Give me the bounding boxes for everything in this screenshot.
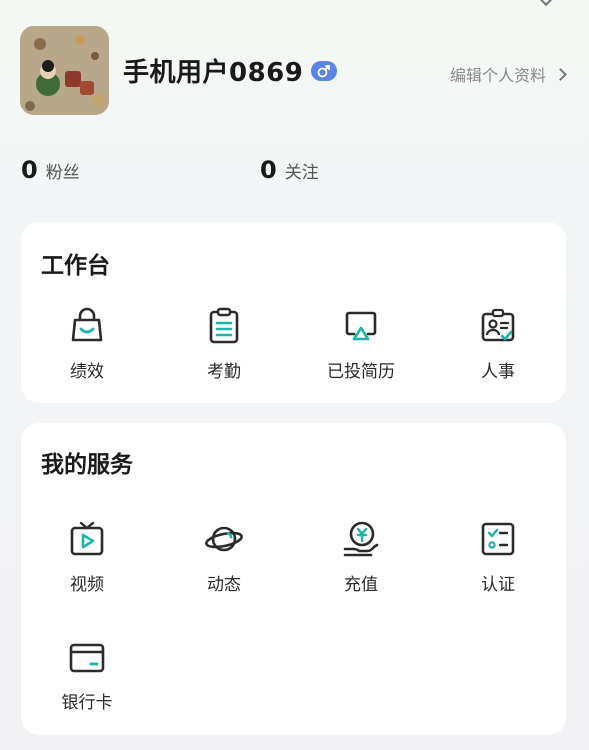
clipboard-icon: [209, 307, 239, 344]
workbench-item-performance[interactable]: 绩效: [37, 306, 137, 382]
avatar-image: [20, 26, 109, 115]
username: 手机用户0869: [123, 58, 304, 88]
workbench-item-label: 考勤: [207, 362, 241, 382]
edit-profile-link[interactable]: 编辑个人资料: [449, 62, 567, 86]
yuan-coin-hand-icon: [343, 521, 379, 557]
id-card-icon: [481, 308, 515, 342]
follow-label: 关注: [284, 163, 319, 183]
fans-label: 粉丝: [45, 163, 80, 183]
service-item-label: 认证: [481, 575, 515, 595]
shopping-bag-icon: [71, 307, 103, 342]
bank-card-icon: [69, 643, 105, 673]
fans-stat[interactable]: 0 粉丝: [21, 156, 80, 184]
service-item-label: 视频: [70, 575, 104, 595]
follow-count: 0: [260, 156, 277, 184]
upload-tray-icon: [345, 311, 377, 341]
checklist-icon: [481, 522, 515, 556]
fans-count: 0: [21, 156, 38, 184]
edit-profile-label: 编辑个人资料: [449, 66, 546, 85]
workbench-card: 工作台 绩效 考勤 已投简历 人事: [21, 222, 566, 403]
follow-stat[interactable]: 0 关注: [260, 156, 319, 184]
planet-icon: [205, 526, 243, 552]
workbench-item-resumes[interactable]: 已投简历: [311, 306, 411, 382]
service-item-video[interactable]: 视频: [37, 519, 137, 595]
workbench-title: 工作台: [41, 253, 110, 279]
service-item-bank-card[interactable]: 银行卡: [37, 637, 137, 713]
service-item-label: 动态: [207, 575, 241, 595]
service-item-moments[interactable]: 动态: [174, 519, 274, 595]
service-item-label: 充值: [344, 575, 378, 595]
workbench-item-hr[interactable]: 人事: [448, 306, 548, 382]
workbench-item-label: 已投简历: [327, 362, 395, 382]
service-item-recharge[interactable]: 充值: [311, 519, 411, 595]
service-item-label: 银行卡: [61, 693, 113, 713]
tv-play-icon: [70, 521, 104, 556]
services-card: 我的服务 视频 动态 充值 认证 银行卡: [21, 423, 566, 735]
service-item-verification[interactable]: 认证: [448, 519, 548, 595]
workbench-item-label: 人事: [481, 362, 515, 382]
workbench-item-label: 绩效: [70, 362, 104, 382]
workbench-item-attendance[interactable]: 考勤: [174, 306, 274, 382]
chevron-right-icon: [554, 67, 567, 81]
services-title: 我的服务: [41, 452, 133, 478]
avatar[interactable]: [20, 26, 109, 115]
male-icon: [311, 61, 337, 81]
chevron-down-icon: [538, 0, 554, 7]
